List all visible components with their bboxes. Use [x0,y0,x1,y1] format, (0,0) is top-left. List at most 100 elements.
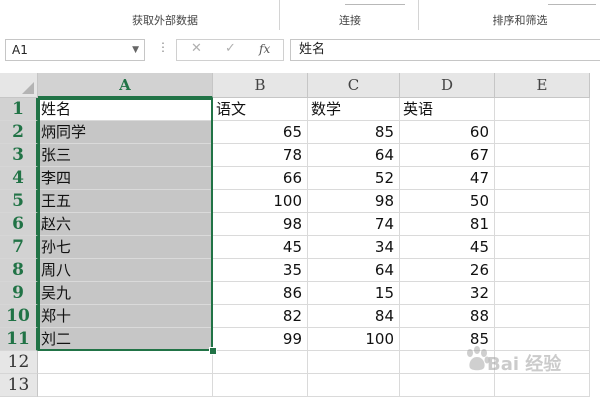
cell-d12[interactable] [400,351,495,374]
cell-c5[interactable]: 98 [308,190,400,213]
cell-d9[interactable]: 32 [400,282,495,305]
cell-a1[interactable]: 姓名 [38,98,213,121]
cell-e12[interactable] [495,351,590,374]
ribbon-separator [279,0,280,30]
cell-e5[interactable] [495,190,590,213]
row-header-13[interactable]: 13 [0,374,38,397]
cell-c8[interactable]: 64 [308,259,400,282]
row-header-8[interactable]: 8 [0,259,38,282]
cell-d3[interactable]: 67 [400,144,495,167]
cell-a12[interactable] [38,351,213,374]
column-header-b[interactable]: B [213,73,308,98]
cell-a4[interactable]: 李四 [38,167,213,190]
insert-function-button[interactable]: fx [259,42,270,56]
cell-c4[interactable]: 52 [308,167,400,190]
cell-d2[interactable]: 60 [400,121,495,144]
column-header-c[interactable]: C [308,73,400,98]
cell-c10[interactable]: 84 [308,305,400,328]
cell-e1[interactable] [495,98,590,121]
cell-e11[interactable] [495,328,590,351]
cell-c6[interactable]: 74 [308,213,400,236]
ribbon: 获取外部数据 连接 排序和筛选 [0,0,600,31]
cell-c7[interactable]: 34 [308,236,400,259]
row-header-5[interactable]: 5 [0,190,38,213]
ribbon-connections-fragment [345,0,405,5]
row-header-4[interactable]: 4 [0,167,38,190]
formula-input[interactable]: 姓名 [290,39,600,61]
cell-b10[interactable]: 82 [213,305,308,328]
cell-a10[interactable]: 郑十 [38,305,213,328]
cell-e10[interactable] [495,305,590,328]
cell-b4[interactable]: 66 [213,167,308,190]
column-header-e[interactable]: E [495,73,590,98]
row-header-3[interactable]: 3 [0,144,38,167]
cell-d13[interactable] [400,374,495,397]
cell-d10[interactable]: 88 [400,305,495,328]
column-header-a[interactable]: A [38,73,213,98]
cell-e13[interactable] [495,374,590,397]
cell-c12[interactable] [308,351,400,374]
cell-b2[interactable]: 65 [213,121,308,144]
cell-c3[interactable]: 64 [308,144,400,167]
cell-e9[interactable] [495,282,590,305]
cell-e4[interactable] [495,167,590,190]
cell-b6[interactable]: 98 [213,213,308,236]
spreadsheet-window: 获取外部数据 连接 排序和筛选 A1 ▼ ⋮ ✕ ✓ fx 姓名 ABCDE1姓… [0,0,600,400]
row-header-1[interactable]: 1 [0,98,38,121]
cell-c13[interactable] [308,374,400,397]
cell-a11[interactable]: 刘二 [38,328,213,351]
ribbon-sort-fragment [548,0,596,5]
cell-d5[interactable]: 50 [400,190,495,213]
cell-a9[interactable]: 吴九 [38,282,213,305]
select-all-button[interactable] [0,73,38,98]
worksheet-grid: A B C D E 1 姓名 语文 数学 英语 2 炳同学 65 85 60 3 张三 78 64 67 4 李四 66 52… [0,73,600,400]
cell-c1[interactable]: 数学 [308,98,400,121]
cell-b12[interactable] [213,351,308,374]
checkmark-icon[interactable]: ✓ [225,41,236,56]
cell-a7[interactable]: 孙七 [38,236,213,259]
column-header-d[interactable]: D [400,73,495,98]
cell-d11[interactable]: 85 [400,328,495,351]
cell-d7[interactable]: 45 [400,236,495,259]
cell-a3[interactable]: 张三 [38,144,213,167]
cell-b1[interactable]: 语文 [213,98,308,121]
cancel-x-icon[interactable]: ✕ [191,41,202,56]
cell-c9[interactable]: 15 [308,282,400,305]
row-header-11[interactable]: 11 [0,328,38,351]
cell-e2[interactable] [495,121,590,144]
cell-b3[interactable]: 78 [213,144,308,167]
cell-b11[interactable]: 99 [213,328,308,351]
cell-b8[interactable]: 35 [213,259,308,282]
fill-handle[interactable] [209,347,217,355]
name-box[interactable]: A1 ▼ [5,39,145,61]
cell-d1[interactable]: 英语 [400,98,495,121]
cell-e8[interactable] [495,259,590,282]
cell-a5[interactable]: 王五 [38,190,213,213]
vertical-ellipsis-icon[interactable]: ⋮ [157,40,169,54]
row-header-7[interactable]: 7 [0,236,38,259]
row-header-6[interactable]: 6 [0,213,38,236]
chevron-down-icon[interactable]: ▼ [132,40,139,60]
cell-a8[interactable]: 周八 [38,259,213,282]
select-all-triangle-icon [22,82,34,94]
cell-a13[interactable] [38,374,213,397]
cell-a6[interactable]: 赵六 [38,213,213,236]
cell-e6[interactable] [495,213,590,236]
row-header-9[interactable]: 9 [0,282,38,305]
cell-e7[interactable] [495,236,590,259]
row-header-2[interactable]: 2 [0,121,38,144]
row-header-10[interactable]: 10 [0,305,38,328]
cell-c2[interactable]: 85 [308,121,400,144]
cell-e3[interactable] [495,144,590,167]
formula-bar: A1 ▼ ⋮ ✕ ✓ fx 姓名 [0,30,600,72]
row-header-12[interactable]: 12 [0,351,38,374]
cell-d6[interactable]: 81 [400,213,495,236]
cell-b13[interactable] [213,374,308,397]
cell-b9[interactable]: 86 [213,282,308,305]
cell-d8[interactable]: 26 [400,259,495,282]
cell-c11[interactable]: 100 [308,328,400,351]
cell-a2[interactable]: 炳同学 [38,121,213,144]
cell-d4[interactable]: 47 [400,167,495,190]
cell-b5[interactable]: 100 [213,190,308,213]
cell-b7[interactable]: 45 [213,236,308,259]
